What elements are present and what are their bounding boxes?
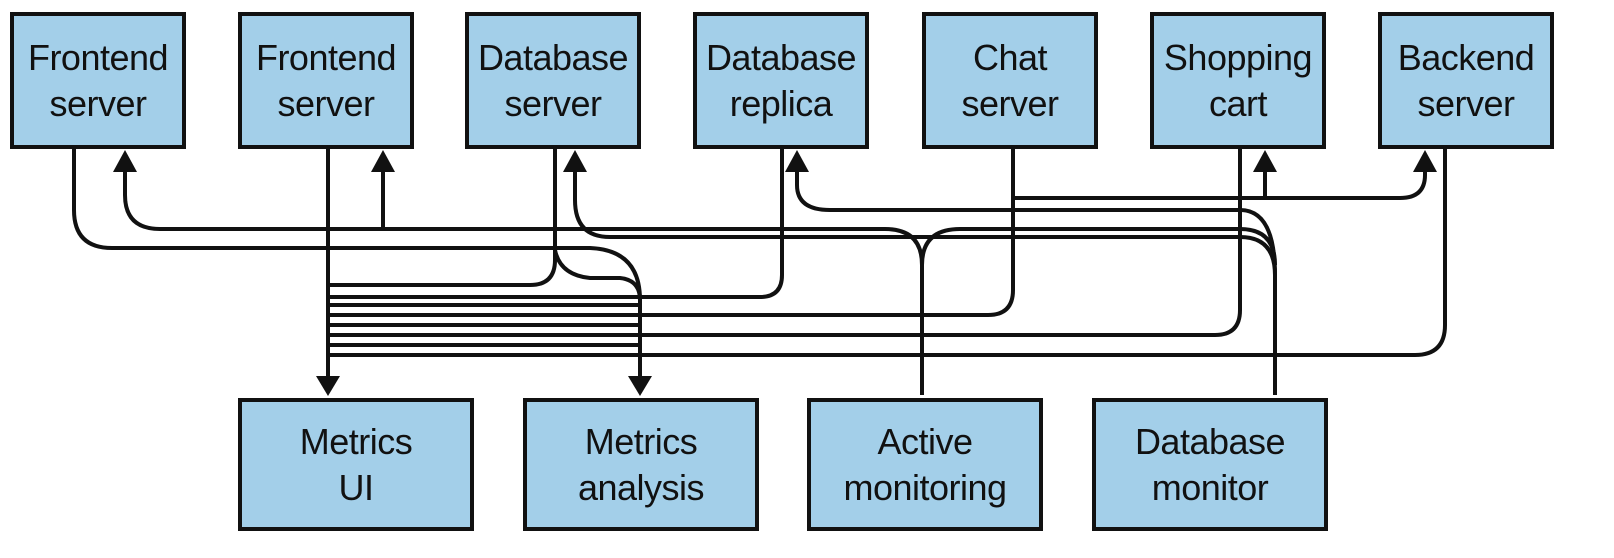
arrowhead-db-server: [563, 150, 587, 172]
node-frontend-server-2: Frontend server: [238, 12, 414, 149]
arrowhead-db-replica: [785, 150, 809, 172]
node-metrics-analysis: Metrics analysis: [523, 398, 759, 531]
edge-dbmon-to-db-server: [573, 170, 1277, 395]
edge-chat-to-cart-backend: [1013, 170, 1427, 200]
arrowhead-frontend1: [113, 150, 137, 172]
node-database-server: Database server: [465, 12, 641, 149]
node-active-monitoring: Active monitoring: [807, 398, 1043, 531]
node-backend-server: Backend server: [1378, 12, 1554, 149]
node-database-monitor: Database monitor: [1092, 398, 1328, 531]
arrowhead-backend: [1413, 150, 1437, 172]
edge-dbmon-to-db-replica: [795, 170, 1277, 276]
edge-active-to-backends: [920, 227, 1277, 266]
node-shopping-cart: Shopping cart: [1150, 12, 1326, 149]
edge-db-server-to-metrics: [328, 149, 557, 287]
edge-chat-to-metrics: [328, 149, 1015, 317]
arrowhead-metrics-analysis: [628, 376, 652, 396]
arrowhead-metrics-ui: [316, 376, 340, 396]
node-database-replica: Database replica: [693, 12, 869, 149]
node-frontend-server-1: Frontend server: [10, 12, 186, 149]
arrowhead-shopping-cart: [1253, 150, 1277, 172]
node-chat-server: Chat server: [922, 12, 1098, 149]
arrowhead-frontend2: [371, 150, 395, 172]
node-metrics-ui: Metrics UI: [238, 398, 474, 531]
